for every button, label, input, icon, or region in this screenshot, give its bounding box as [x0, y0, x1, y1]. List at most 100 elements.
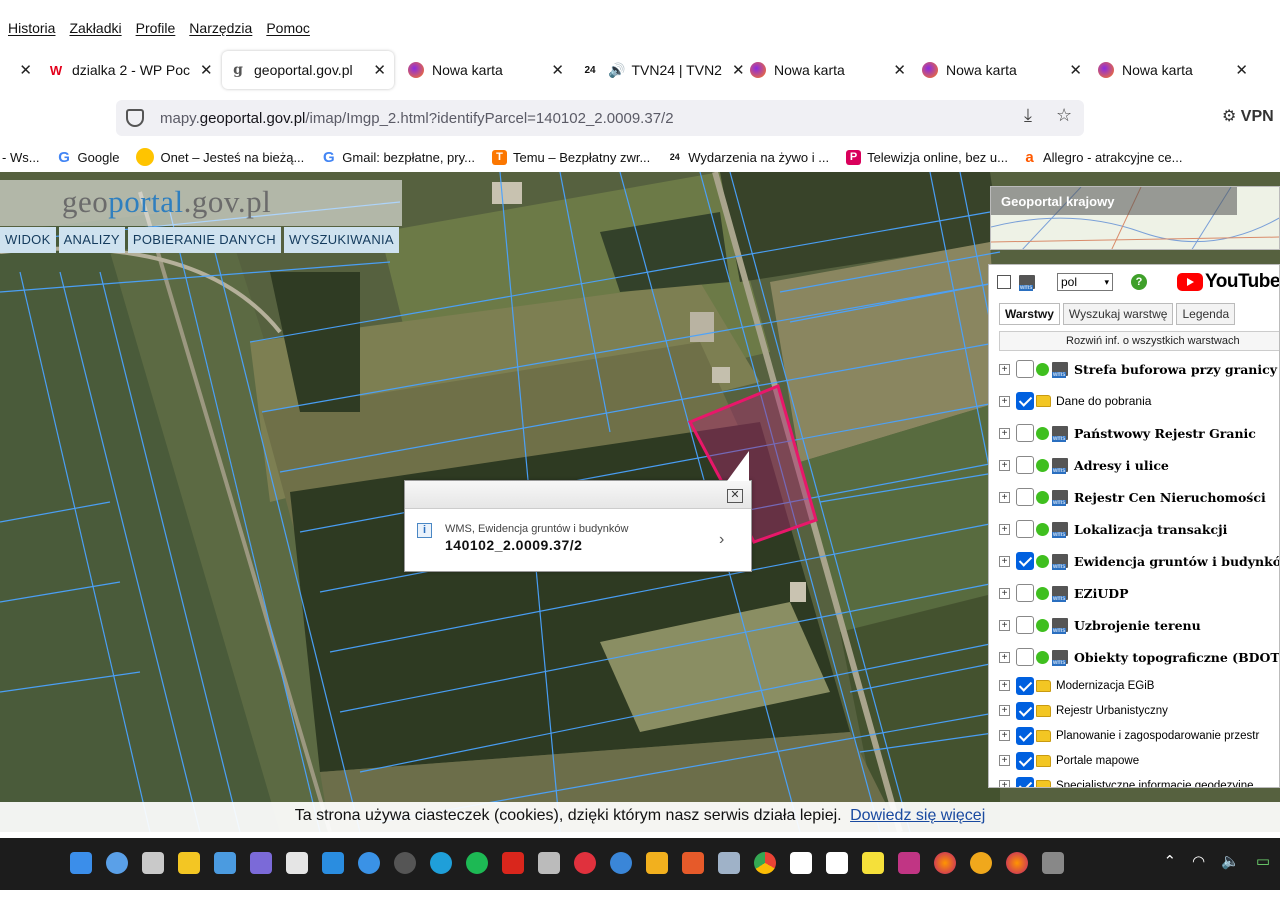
tab-nowa-karta[interactable]: Nowa karta ✕ [914, 51, 1090, 89]
file-explorer-icon[interactable] [178, 852, 200, 874]
firefox-icon[interactable] [934, 852, 956, 874]
menu-narzedzia[interactable]: Narzędzia [189, 20, 252, 36]
bookmark-player[interactable]: P Telewizja online, bez u... [846, 149, 1008, 165]
parcel-id[interactable]: 140102_2.0009.37/2 [445, 537, 582, 553]
cookie-more-link[interactable]: Dowiedz się więcej [850, 807, 985, 824]
vpn-button[interactable]: ⚙ VPN [1222, 106, 1274, 126]
wms-icon[interactable] [1019, 275, 1035, 291]
nav-analizy[interactable]: ANALIZY [58, 227, 125, 253]
tab-geoportal[interactable]: g geoportal.gov.pl ✕ [222, 51, 394, 89]
expand-icon[interactable]: + [999, 363, 1010, 375]
layer-item[interactable]: + Modernizacja EGiB [999, 673, 1279, 698]
expand-all-button[interactable]: Rozwiń inf. o wszystkich warstwach [999, 331, 1279, 351]
expand-icon[interactable]: + [999, 427, 1010, 439]
app-icon[interactable] [1042, 852, 1064, 874]
layer-item[interactable]: + Państwowy Rejestr Granic [999, 417, 1279, 449]
layer-item[interactable]: + Uzbrojenie terenu [999, 609, 1279, 641]
document-icon[interactable] [826, 852, 848, 874]
tab-legenda[interactable]: Legenda [1176, 303, 1236, 325]
tab-nowa-karta[interactable]: Nowa karta ✕ [400, 51, 572, 89]
chrome-icon[interactable] [754, 852, 776, 874]
expand-icon[interactable]: + [999, 459, 1010, 471]
nav-widok[interactable]: WIDOK [0, 227, 56, 253]
app-icon[interactable] [718, 852, 740, 874]
expand-icon[interactable]: + [999, 730, 1010, 741]
layer-checkbox[interactable] [1016, 701, 1034, 720]
layer-checkbox[interactable] [1016, 392, 1034, 410]
pdf-icon[interactable] [502, 852, 524, 874]
chevron-up-icon[interactable]: ⌃ [1163, 852, 1176, 870]
layer-checkbox[interactable] [1016, 488, 1034, 506]
help-icon[interactable]: ? [1131, 274, 1147, 290]
expand-icon[interactable]: + [999, 780, 1010, 787]
document-icon[interactable] [790, 852, 812, 874]
layer-checkbox[interactable] [1016, 776, 1034, 787]
overview-map[interactable]: Geoportal krajowy [990, 186, 1280, 250]
tab-tvn24[interactable]: 24 🔊 TVN24 | TVN2 ✕ [572, 51, 744, 89]
help-icon[interactable] [358, 852, 380, 874]
app-icon[interactable] [322, 852, 344, 874]
layer-item[interactable]: + Planowanie i zagospodarowanie przestr [999, 723, 1279, 748]
close-icon[interactable]: ✕ [1225, 61, 1248, 79]
menu-historia[interactable]: Historia [8, 20, 55, 36]
tab-wp-poczta[interactable]: W dzialka 2 - WP Poc ✕ [40, 51, 216, 89]
tab-wyszukaj-warstwe[interactable]: Wyszukaj warstwę [1062, 303, 1174, 325]
app-icon[interactable] [862, 852, 884, 874]
bookmark-onet[interactable]: Onet – Jesteś na bieżą... [136, 148, 304, 166]
edge-icon[interactable] [430, 852, 452, 874]
download-icon[interactable]: ⤓ [1024, 105, 1032, 126]
layer-item[interactable]: + EZiUDP [999, 577, 1279, 609]
expand-icon[interactable]: + [999, 587, 1010, 599]
layer-item[interactable]: + Rejestr Cen Nieruchomości [999, 481, 1279, 513]
tab-nowa-karta[interactable]: Nowa karta ✕ [1090, 51, 1256, 89]
speaker-icon[interactable]: 🔊 [608, 62, 625, 79]
menu-profile[interactable]: Profile [136, 20, 176, 36]
menu-pomoc[interactable]: Pomoc [266, 20, 310, 36]
search-icon[interactable] [106, 852, 128, 874]
grid-icon[interactable] [997, 275, 1011, 289]
layer-checkbox[interactable] [1016, 456, 1034, 474]
app-icon[interactable] [682, 852, 704, 874]
layer-checkbox[interactable] [1016, 520, 1034, 538]
close-icon[interactable]: ✕ [727, 489, 743, 503]
layer-checkbox[interactable] [1016, 552, 1034, 570]
layer-item[interactable]: + Adresy i ulice [999, 449, 1279, 481]
firefox-icon[interactable] [1006, 852, 1028, 874]
layer-checkbox[interactable] [1016, 584, 1034, 602]
tab-truncated[interactable]: ✕ [0, 51, 40, 89]
app-icon[interactable] [610, 852, 632, 874]
speaker-icon[interactable]: 🔈 [1221, 852, 1240, 870]
spotify-icon[interactable] [466, 852, 488, 874]
layer-checkbox[interactable] [1016, 648, 1034, 666]
bookmark-temu[interactable]: T Temu – Bezpłatny zwr... [492, 149, 650, 165]
app-icon[interactable] [214, 852, 236, 874]
bookmark-ws[interactable]: - Ws... [2, 150, 40, 165]
expand-icon[interactable]: + [999, 680, 1010, 691]
close-icon[interactable]: ✕ [541, 61, 564, 79]
chevron-right-icon[interactable]: › [719, 531, 724, 549]
app-icon[interactable] [970, 852, 992, 874]
expand-icon[interactable]: + [999, 523, 1010, 535]
menu-zakladki[interactable]: Zakładki [69, 20, 121, 36]
wifi-icon[interactable]: ◠ [1192, 852, 1205, 870]
layer-item[interactable]: + Specjalistyczne informacje geodezyjne [999, 773, 1279, 787]
expand-icon[interactable]: + [999, 651, 1010, 663]
youtube-link[interactable]: YouTube [1177, 271, 1279, 293]
shield-icon[interactable] [126, 109, 144, 127]
layer-item[interactable]: + Rejestr Urbanistyczny [999, 698, 1279, 723]
layer-item[interactable]: + Strefa buforowa przy granicy p [999, 353, 1279, 385]
layer-item[interactable]: + Obiekty topograficzne (BDOT50 [999, 641, 1279, 673]
close-icon[interactable]: ✕ [1059, 61, 1082, 79]
map-canvas[interactable]: geoportal.gov.pl WIDOK ANALIZY POBIERANI… [0, 172, 1280, 832]
expand-icon[interactable]: + [999, 755, 1010, 766]
task-view-icon[interactable] [142, 852, 164, 874]
bookmark-allegro[interactable]: a Allegro - atrakcyjne ce... [1022, 149, 1182, 166]
close-icon[interactable]: ✕ [883, 61, 906, 79]
calculator-icon[interactable] [538, 852, 560, 874]
layer-checkbox[interactable] [1016, 360, 1034, 378]
windows-start-icon[interactable] [70, 852, 92, 874]
close-icon[interactable]: ✕ [363, 61, 386, 79]
close-icon[interactable]: ✕ [190, 61, 213, 79]
bookmark-tvn24[interactable]: 24 Wydarzenia na żywo i ... [667, 150, 829, 165]
layer-item[interactable]: + Lokalizacja transakcji [999, 513, 1279, 545]
